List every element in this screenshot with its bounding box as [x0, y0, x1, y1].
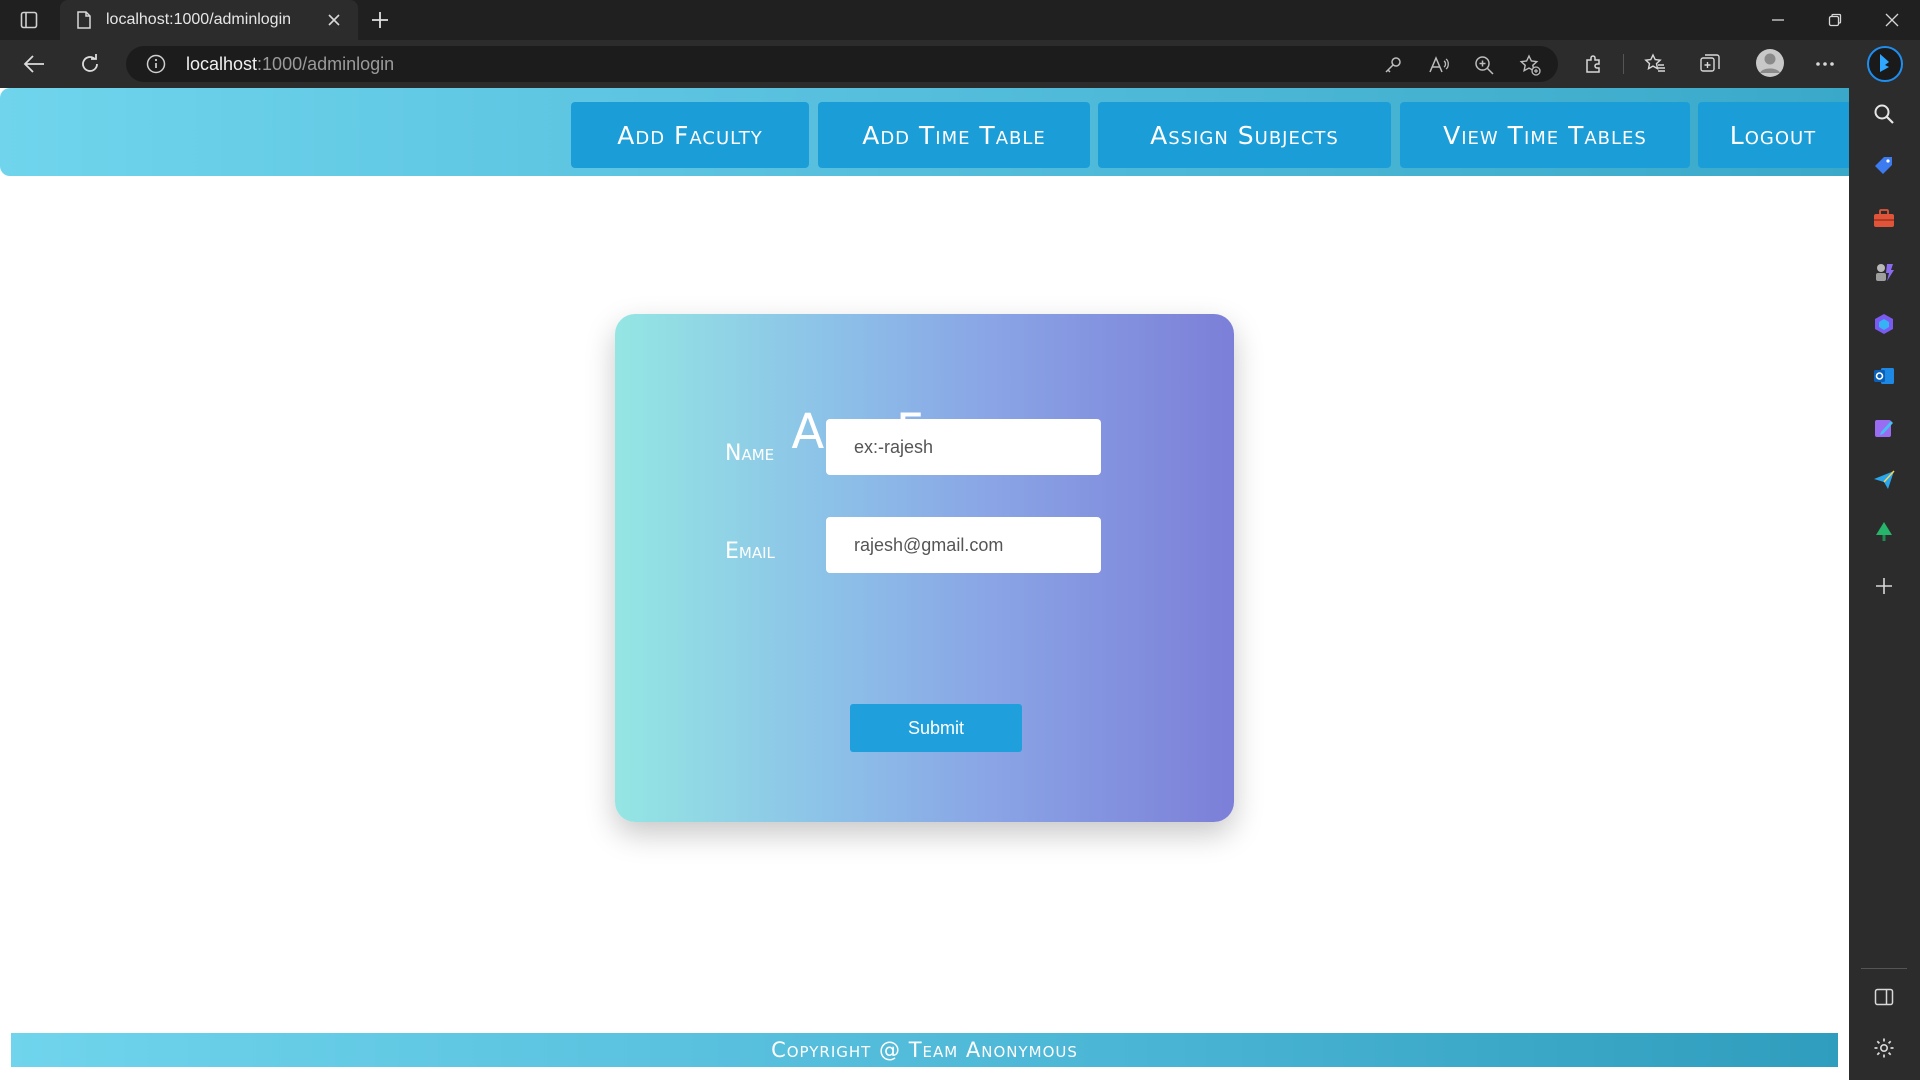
address-bar[interactable]: localhost:1000/adminlogin: [126, 46, 1558, 82]
new-tab-icon[interactable]: [368, 8, 392, 32]
designer-icon[interactable]: [1872, 416, 1896, 440]
toolbar-divider: [1623, 54, 1624, 74]
read-aloud-icon[interactable]: [1428, 54, 1450, 76]
back-arrow-icon[interactable]: [22, 52, 46, 76]
browser-titlebar: localhost:1000/adminlogin: [0, 0, 1920, 40]
nav-view-time-tables[interactable]: View Time Tables: [1400, 102, 1690, 168]
hide-sidebar-icon[interactable]: [1872, 985, 1896, 1009]
office-icon[interactable]: [1872, 312, 1896, 336]
collections-icon[interactable]: [1698, 52, 1722, 76]
minimize-icon[interactable]: [1749, 0, 1806, 40]
page-icon: [74, 10, 94, 30]
add-sidebar-app-icon[interactable]: [1872, 574, 1896, 598]
telegram-send-icon[interactable]: [1872, 468, 1896, 492]
url-host: localhost: [186, 54, 258, 74]
tab-title: localhost:1000/adminlogin: [106, 11, 292, 28]
favorites-icon[interactable]: [1643, 52, 1667, 76]
extensions-puzzle-icon[interactable]: [1582, 52, 1606, 76]
zoom-icon[interactable]: [1473, 54, 1495, 76]
settings-gear-icon[interactable]: [1872, 1036, 1896, 1060]
shopping-tag-icon[interactable]: [1872, 154, 1896, 178]
nav-add-faculty[interactable]: Add Faculty: [571, 102, 809, 168]
restore-icon[interactable]: [1806, 0, 1863, 40]
games-icon[interactable]: [1872, 260, 1896, 284]
nav-assign-subjects[interactable]: Assign Subjects: [1098, 102, 1391, 168]
sidebar-divider: [1861, 968, 1907, 969]
search-icon[interactable]: [1872, 102, 1896, 126]
refresh-icon[interactable]: [78, 52, 102, 76]
site-footer: Copyright @ Team Anonymous: [11, 1033, 1838, 1067]
url-text[interactable]: localhost:1000/adminlogin: [186, 54, 394, 75]
browser-tab[interactable]: localhost:1000/adminlogin: [60, 0, 358, 40]
more-options-icon[interactable]: [1813, 52, 1837, 76]
profile-avatar-icon[interactable]: [1755, 48, 1785, 78]
email-input[interactable]: [826, 517, 1101, 573]
add-favorite-star-icon[interactable]: [1519, 54, 1541, 76]
close-tab-icon[interactable]: [324, 10, 344, 30]
site-header: Add Faculty Add Time Table Assign Subjec…: [0, 88, 1849, 176]
password-key-icon[interactable]: [1382, 54, 1404, 76]
tab-actions-icon[interactable]: [18, 9, 40, 31]
tree-icon[interactable]: [1872, 520, 1896, 544]
close-window-icon[interactable]: [1863, 0, 1920, 40]
email-label: Email: [725, 539, 775, 564]
name-input[interactable]: [826, 419, 1101, 475]
tools-briefcase-icon[interactable]: [1872, 207, 1896, 231]
site-info-icon[interactable]: [146, 54, 166, 74]
bing-copilot-icon[interactable]: [1867, 46, 1903, 82]
window-controls: [1749, 0, 1920, 40]
url-path: :1000/adminlogin: [257, 54, 395, 74]
browser-toolbar: localhost:1000/adminlogin: [0, 40, 1920, 88]
add-faculty-card: Add Faculty Name Email Submit: [615, 314, 1234, 822]
edge-sidebar: [1849, 40, 1920, 1080]
name-label: Name: [725, 441, 775, 466]
outlook-icon[interactable]: [1872, 364, 1896, 388]
nav-logout[interactable]: Logout: [1698, 102, 1849, 168]
nav-add-time-table[interactable]: Add Time Table: [818, 102, 1090, 168]
page-viewport: Add Faculty Add Time Table Assign Subjec…: [0, 88, 1849, 1080]
submit-button[interactable]: Submit: [850, 704, 1022, 752]
